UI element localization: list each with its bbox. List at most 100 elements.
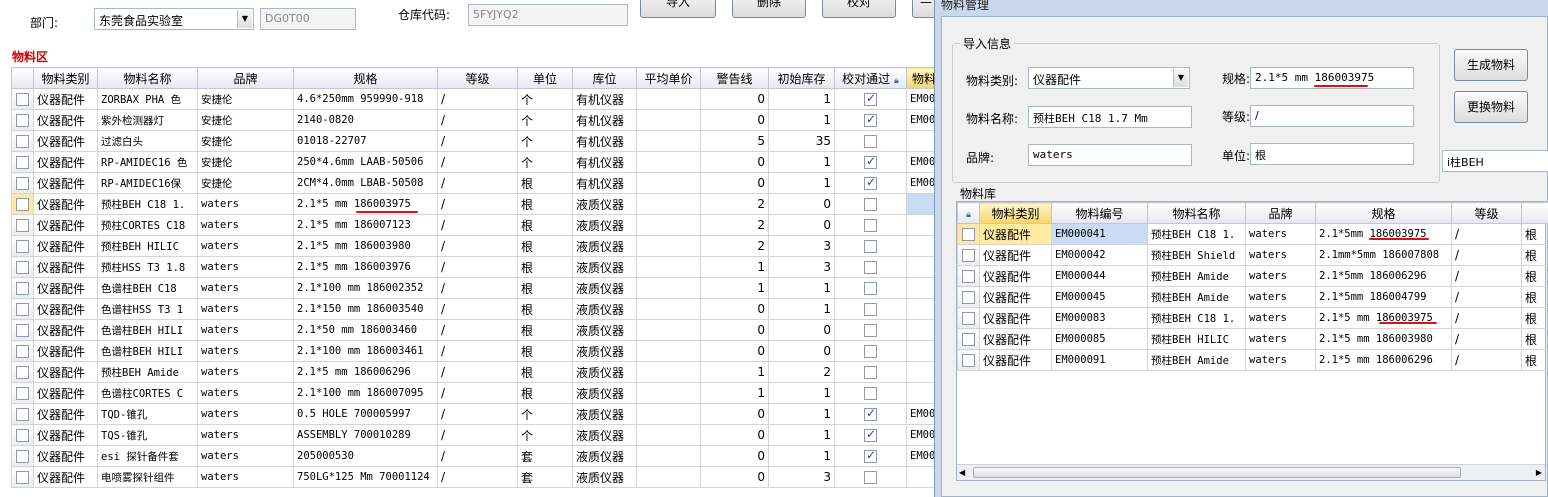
checked-checkbox[interactable] bbox=[864, 282, 877, 295]
table-row[interactable]: 仪器配件 色谱柱CORTES Cwaters 2.1*100 mm 18600709… bbox=[11, 382, 942, 404]
horizontal-scrollbar[interactable]: ◀ ▶ bbox=[957, 464, 1545, 480]
row-checkbox[interactable] bbox=[16, 387, 29, 400]
table-row[interactable]: 仪器配件 预柱CORTES C18 waters 2.1*5 mm 186007123… bbox=[11, 214, 942, 236]
cell-brand[interactable]: waters bbox=[1245, 244, 1316, 266]
cell-price[interactable] bbox=[636, 151, 701, 173]
cell-grade[interactable]: / bbox=[437, 130, 518, 152]
cell-name[interactable]: 色谱柱HSS T3 1 bbox=[97, 298, 198, 320]
table-row[interactable]: 仪器配件 TQS-锥孔 waters ASSEMBLY 700010289/个液质仪器… bbox=[11, 424, 942, 446]
cell-code[interactable]: EM000044 bbox=[1051, 265, 1148, 287]
cell-name[interactable]: ZORBAX PHA 色 bbox=[97, 88, 198, 110]
cell-price[interactable] bbox=[636, 277, 701, 299]
col-header[interactable]: 单位 bbox=[517, 67, 573, 89]
row-selector[interactable] bbox=[957, 223, 980, 245]
checked-checkbox[interactable] bbox=[864, 240, 877, 253]
cell-initial-stock[interactable]: 1 bbox=[768, 382, 835, 404]
scroll-right-icon[interactable]: ▶ bbox=[1536, 468, 1542, 477]
cell-grade[interactable]: / bbox=[437, 88, 518, 110]
row-checkbox[interactable] bbox=[16, 240, 29, 253]
row-checkbox[interactable] bbox=[16, 156, 29, 169]
row-checkbox[interactable] bbox=[962, 333, 975, 346]
cell-code[interactable]: EM000091 bbox=[1051, 349, 1148, 371]
row-selector[interactable] bbox=[11, 445, 34, 467]
table-row[interactable]: 仪器配件 色谱柱BEH C18 waters 2.1*100 mm 186002352… bbox=[11, 277, 942, 299]
cell-category[interactable]: 仪器配件 bbox=[33, 466, 98, 488]
row-selector[interactable] bbox=[957, 286, 980, 308]
cell-name[interactable]: TQD-锥孔 bbox=[97, 403, 198, 425]
row-selector[interactable] bbox=[957, 244, 980, 266]
replace-material-button[interactable]: 更换物料 bbox=[1454, 91, 1528, 123]
cell-unit[interactable]: 个 bbox=[517, 109, 573, 131]
cell-checked[interactable] bbox=[834, 445, 907, 467]
cell-name[interactable]: esi 探针备件套 bbox=[97, 445, 198, 467]
cell-initial-stock[interactable]: 0 bbox=[768, 319, 835, 341]
row-checkbox[interactable] bbox=[16, 135, 29, 148]
cell-location[interactable]: 有机仪器 bbox=[572, 172, 637, 194]
table-row[interactable]: 仪器配件 EM000091 预柱BEH Amide waters 2.1*5 mm 18… bbox=[957, 349, 1548, 371]
checked-checkbox[interactable] bbox=[864, 387, 877, 400]
cell-grade[interactable]: / bbox=[437, 193, 518, 215]
cell-brand[interactable]: 安捷伦 bbox=[197, 88, 294, 110]
col-header[interactable]: 规格 bbox=[1315, 202, 1452, 224]
checked-checkbox[interactable] bbox=[864, 366, 877, 379]
cell-location[interactable]: 液质仪器 bbox=[572, 424, 637, 446]
cell-unit[interactable]: 套 bbox=[517, 445, 573, 467]
cell-name[interactable]: 预柱BEH HILIC bbox=[1147, 328, 1246, 350]
cell-location[interactable]: 有机仪器 bbox=[572, 88, 637, 110]
cell-price[interactable] bbox=[636, 130, 701, 152]
cell-initial-stock[interactable]: 3 bbox=[768, 235, 835, 257]
checked-checkbox[interactable] bbox=[864, 448, 877, 463]
table-row[interactable]: 仪器配件 EM000085 预柱BEH HILIC waters 2.1*5 mm 18… bbox=[957, 328, 1548, 350]
cell-initial-stock[interactable]: 3 bbox=[768, 256, 835, 278]
cell-checked[interactable] bbox=[834, 382, 907, 404]
cell-spec[interactable]: 2.1*5 mm 186003980 bbox=[293, 235, 438, 257]
row-selector[interactable] bbox=[957, 349, 980, 371]
cell-warning[interactable]: 2 bbox=[700, 235, 769, 257]
cell-warning[interactable]: 0 bbox=[700, 445, 769, 467]
table-row[interactable]: 仪器配件 EM000083 预柱BEH C18 1. waters 2.1*5 mm 1… bbox=[957, 307, 1548, 329]
cell-name[interactable]: 色谱柱BEH C18 bbox=[97, 277, 198, 299]
cell-warning[interactable]: 0 bbox=[700, 109, 769, 131]
table-row[interactable]: 仪器配件 预柱BEH HILIC waters 2.1*5 mm 186003980/… bbox=[11, 235, 942, 257]
delete-button[interactable]: 删除 bbox=[732, 0, 806, 18]
cell-spec[interactable]: 2.1*5 mm 186003975 bbox=[1315, 307, 1452, 329]
cell-grade[interactable]: / bbox=[1451, 328, 1522, 350]
col-header[interactable]: 物料名称 bbox=[97, 67, 198, 89]
cell-spec[interactable]: 2.1*100 mm 186002352 bbox=[293, 277, 438, 299]
cell-checked[interactable] bbox=[834, 256, 907, 278]
row-selector[interactable] bbox=[957, 265, 980, 287]
cell-name[interactable]: 预柱BEH Amide bbox=[1147, 349, 1246, 371]
cell-warning[interactable]: 1 bbox=[700, 382, 769, 404]
cell-price[interactable] bbox=[636, 235, 701, 257]
row-checkbox[interactable] bbox=[16, 114, 29, 127]
cell-brand[interactable]: waters bbox=[197, 403, 294, 425]
cell-brand[interactable]: waters bbox=[1245, 349, 1316, 371]
cell-location[interactable]: 有机仪器 bbox=[572, 130, 637, 152]
cell-grade[interactable]: / bbox=[437, 403, 518, 425]
col-header[interactable]: 库位 bbox=[572, 67, 637, 89]
cell-brand[interactable]: 安捷伦 bbox=[197, 151, 294, 173]
cell-category[interactable]: 仪器配件 bbox=[33, 130, 98, 152]
cell-name[interactable]: 预柱BEH Shield bbox=[1147, 244, 1246, 266]
row-selector[interactable] bbox=[11, 256, 34, 278]
cell-code[interactable]: EM000045 bbox=[1051, 286, 1148, 308]
cell-grade[interactable]: / bbox=[1451, 349, 1522, 371]
table-row[interactable]: 仪器配件 色谱柱BEH HILI waters 2.1*50 mm 186003460… bbox=[11, 319, 942, 341]
cell-unit[interactable]: 根 bbox=[517, 256, 573, 278]
cell-grade[interactable]: / bbox=[437, 319, 518, 341]
cell-unit[interactable]: 根 bbox=[1521, 328, 1548, 350]
cell-checked[interactable] bbox=[834, 361, 907, 383]
brand-field[interactable]: waters bbox=[1028, 144, 1192, 166]
cell-name[interactable]: 过滤白头 bbox=[97, 130, 198, 152]
cell-brand[interactable]: waters bbox=[1245, 328, 1316, 350]
row-checkbox[interactable] bbox=[962, 354, 975, 367]
cell-name[interactable]: 预柱BEH HILIC bbox=[97, 235, 198, 257]
cell-initial-stock[interactable]: 1 bbox=[768, 403, 835, 425]
row-selector[interactable] bbox=[11, 319, 34, 341]
table-row[interactable]: 仪器配件 预柱BEH C18 1. waters 2.1*5 mm 186003975… bbox=[11, 193, 942, 215]
cell-warning[interactable]: 0 bbox=[700, 151, 769, 173]
cell-name[interactable]: 色谱柱BEH HILI bbox=[97, 319, 198, 341]
cell-unit[interactable]: 根 bbox=[1521, 349, 1548, 371]
cell-checked[interactable] bbox=[834, 466, 907, 488]
checked-checkbox[interactable] bbox=[864, 471, 877, 484]
